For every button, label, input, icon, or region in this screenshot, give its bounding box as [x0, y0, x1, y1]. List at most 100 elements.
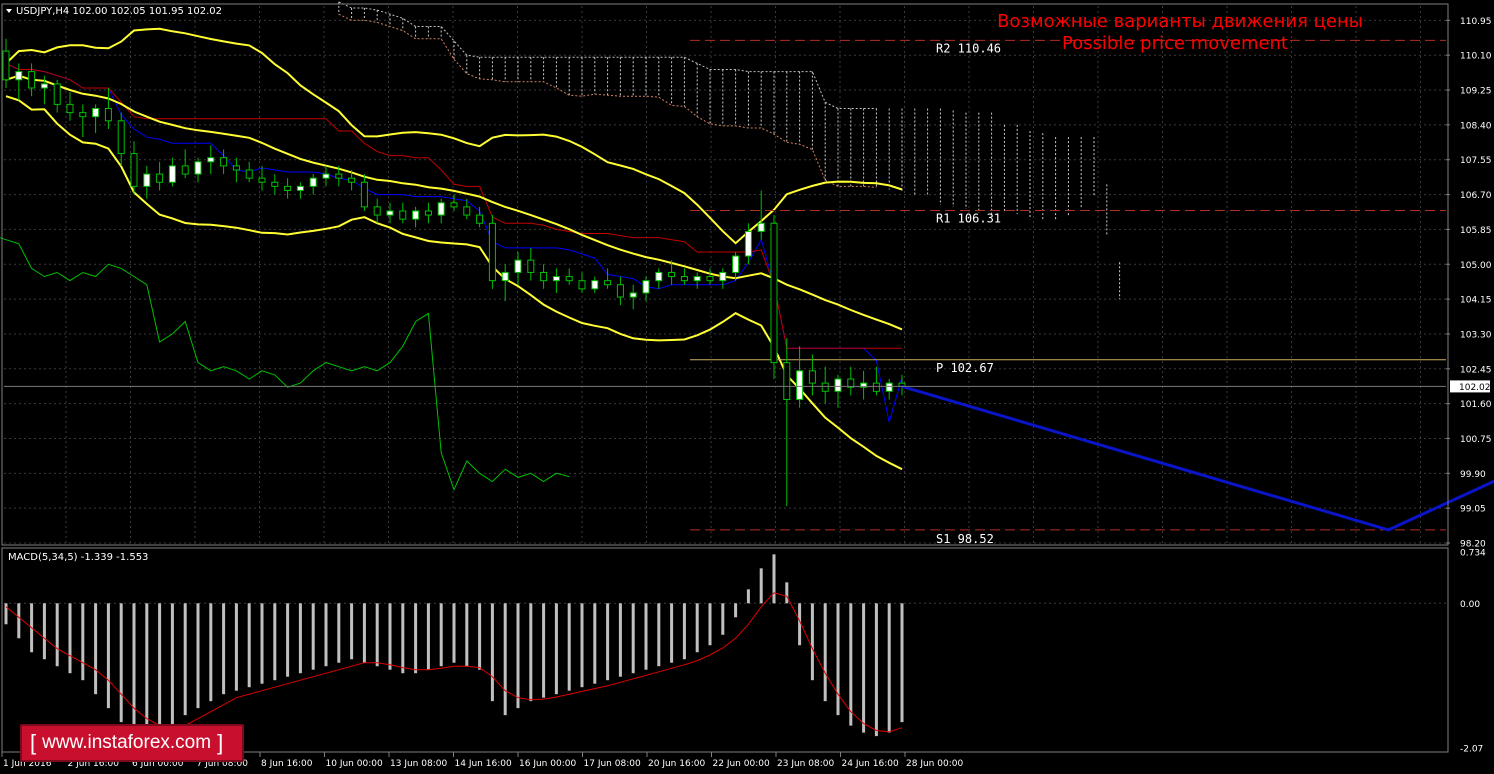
candle-body[interactable] [872, 382, 880, 392]
candle-body[interactable] [680, 276, 688, 282]
candle-body[interactable] [156, 173, 164, 183]
macd-histogram-bar [478, 603, 482, 670]
price-axis-label: 100.75 [1460, 435, 1492, 445]
candle-body[interactable] [386, 210, 394, 216]
time-axis-label: 8 Jun 16:00 [261, 759, 313, 769]
candle-body[interactable] [463, 206, 471, 216]
candle-body[interactable] [412, 210, 420, 220]
candle-body[interactable] [284, 185, 292, 191]
macd-histogram-bar [465, 603, 469, 667]
price-axis-label: 99.05 [1460, 505, 1486, 515]
candle-body[interactable] [501, 271, 509, 282]
candle-body[interactable] [668, 271, 676, 278]
candle-body[interactable] [744, 230, 752, 257]
candle-body[interactable] [92, 107, 100, 118]
candle-body[interactable] [885, 382, 893, 392]
instaforex-watermark[interactable]: [ www.instaforex.com ] [20, 724, 244, 762]
macd-histogram-bar [849, 603, 853, 726]
macd-histogram-bar [490, 603, 494, 702]
candle-body[interactable] [655, 271, 663, 282]
candle-body[interactable] [207, 157, 215, 163]
candle-body[interactable] [271, 181, 279, 187]
candle-body[interactable] [220, 157, 228, 167]
macd-histogram-bar [439, 603, 443, 667]
candle-body[interactable] [232, 165, 240, 171]
candle-body[interactable] [540, 271, 548, 282]
time-axis-label: 20 Jun 16:00 [648, 759, 705, 769]
price-axis-label: 105.00 [1460, 261, 1492, 271]
candle-body[interactable] [130, 153, 138, 187]
candle-body[interactable] [527, 259, 535, 273]
candle-body[interactable] [117, 120, 125, 155]
candle-body[interactable] [821, 382, 829, 392]
candle-body[interactable] [565, 276, 573, 282]
candle-body[interactable] [591, 280, 599, 290]
candle-body[interactable] [309, 177, 317, 187]
macd-histogram-bar [362, 603, 366, 663]
watermark-close-bracket: ] [217, 730, 224, 755]
candle-body[interactable] [2, 50, 10, 81]
candle-body[interactable] [245, 169, 253, 179]
candle-body[interactable] [194, 161, 202, 175]
candle-body[interactable] [514, 259, 522, 273]
candle-body[interactable] [66, 103, 74, 114]
watermark-open-bracket: [ [30, 730, 37, 755]
chart-canvas[interactable]: R2 110.46 R1 106.31 P 102.67 S1 98.52 0.734… [0, 0, 1494, 774]
candle-body[interactable] [258, 177, 266, 183]
candle-body[interactable] [104, 107, 112, 122]
candle-body[interactable] [40, 83, 48, 89]
macd-histogram-bar [708, 603, 712, 646]
candle-body[interactable] [296, 185, 304, 191]
candle-body[interactable] [732, 255, 740, 273]
candle-body[interactable] [335, 173, 343, 179]
macd-histogram-bar [324, 603, 328, 667]
candle-body[interactable] [578, 280, 586, 290]
candle-body[interactable] [796, 370, 804, 401]
macd-histogram-bar [311, 603, 315, 670]
candle-body[interactable] [53, 83, 61, 105]
macd-histogram-bar [644, 603, 648, 670]
candle-body[interactable] [348, 177, 356, 183]
price-axis-label: 101.60 [1460, 400, 1492, 410]
candle-body[interactable] [322, 173, 330, 179]
candle-body[interactable] [616, 284, 624, 298]
candle-body[interactable] [757, 222, 765, 232]
macd-histogram-bar [516, 603, 520, 709]
macd-histogram-bar [388, 603, 392, 670]
time-axis-label: 17 Jun 08:00 [584, 759, 641, 769]
candle-body[interactable] [424, 210, 432, 216]
candle-body[interactable] [79, 112, 87, 118]
macd-histogram-bar [55, 603, 59, 667]
candle-body[interactable] [181, 165, 189, 175]
candle-body[interactable] [143, 173, 151, 187]
candle-body[interactable] [783, 362, 791, 401]
candle-body[interactable] [360, 181, 368, 208]
candle-body[interactable] [693, 276, 701, 282]
candle-body[interactable] [168, 165, 176, 183]
candle-body[interactable] [28, 71, 36, 89]
candle-body[interactable] [488, 222, 496, 282]
macd-histogram-bar [17, 603, 21, 639]
candle-body[interactable] [399, 210, 407, 220]
candle-body[interactable] [629, 292, 637, 298]
macd-histogram-bar [260, 603, 264, 684]
level-label-p: P 102.67 [936, 361, 994, 375]
candle-body[interactable] [450, 202, 458, 208]
candle-body[interactable] [706, 276, 714, 282]
macd-histogram-bar [682, 603, 686, 660]
candle-body[interactable] [15, 71, 23, 81]
candle-body[interactable] [552, 276, 560, 282]
candle-body[interactable] [604, 280, 612, 286]
candle-body[interactable] [642, 280, 650, 294]
candle-body[interactable] [770, 222, 778, 364]
candle-body[interactable] [373, 206, 381, 216]
candle-body[interactable] [437, 202, 445, 216]
macd-histogram-bar [746, 589, 750, 604]
candle-body[interactable] [834, 378, 842, 392]
macd-axis-label: -2.07 [1460, 745, 1483, 755]
macd-histogram-bar [414, 603, 418, 674]
level-label-s1: S1 98.52 [936, 532, 994, 546]
candle-body[interactable] [476, 214, 484, 224]
candle-body[interactable] [808, 370, 816, 384]
candle-body[interactable] [719, 271, 727, 282]
